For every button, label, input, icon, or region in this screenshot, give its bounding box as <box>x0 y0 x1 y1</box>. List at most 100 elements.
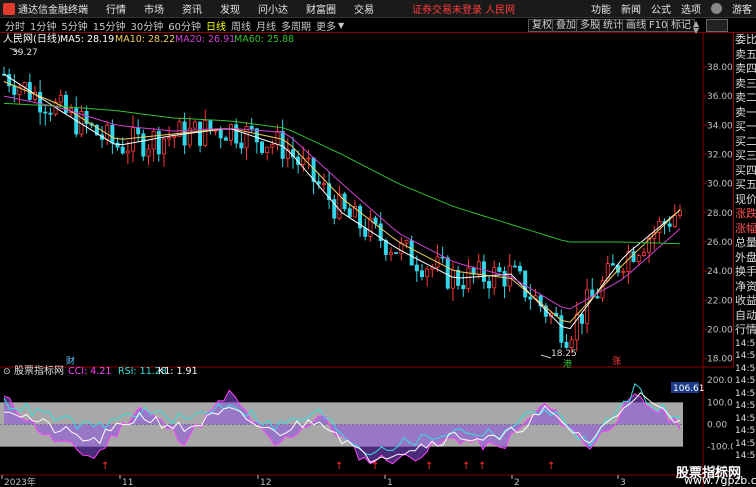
indicator-settings-icon[interactable]: ⊙ <box>3 367 11 377</box>
candle-up <box>672 215 677 227</box>
menu-shichang[interactable]: 市场 <box>144 1 164 16</box>
menu-faxian[interactable]: 发现 <box>220 1 240 16</box>
cci-label: CCI: 4.21 <box>68 366 111 377</box>
candle-up <box>146 148 151 157</box>
candle-down <box>110 124 115 144</box>
ma5-label: MA5: 28.19 <box>60 34 114 45</box>
login-status[interactable]: 证券交易未登录 人民网 <box>412 1 515 16</box>
buy-signal-arrow-icon: ↑ <box>335 461 343 472</box>
quote-panel-item[interactable]: 自动 <box>734 309 756 324</box>
high-price-label: 39.27 <box>12 48 38 58</box>
menu-caifuquan[interactable]: 财富圈 <box>306 1 336 16</box>
candle-up <box>58 94 63 103</box>
price-tick-label: 32.00 <box>707 150 733 160</box>
app-window: 通达信金融终端 行情 市场 资讯 发现 问小达 财富圈 交易 证券交易未登录 人… <box>0 0 756 487</box>
candle-up <box>636 255 641 262</box>
candle-down <box>280 130 285 159</box>
menu-jiaoyi[interactable]: 交易 <box>354 1 374 16</box>
menu-xuanxiang[interactable]: 选项 <box>681 1 701 16</box>
quote-panel-item: 买二 <box>735 134 756 148</box>
period-multi[interactable]: 多周期 <box>281 18 311 33</box>
candle-down <box>198 121 203 146</box>
period-30min[interactable]: 30分钟 <box>130 18 163 33</box>
candle-up <box>105 124 110 140</box>
candle-down <box>564 341 569 348</box>
btn-biaoji[interactable]: 标记 <box>667 19 695 32</box>
candle-down <box>223 137 228 141</box>
period-monthly[interactable]: 月线 <box>256 18 276 33</box>
candle-down <box>419 270 424 278</box>
candle-up <box>229 124 234 141</box>
menu-hangqing[interactable]: 行情 <box>106 1 126 16</box>
candle-up <box>389 252 394 255</box>
candle-down <box>523 270 528 298</box>
candle-down <box>512 265 517 268</box>
quote-panel-item: 14:50 <box>735 388 756 399</box>
period-5min[interactable]: 5分钟 <box>61 18 87 33</box>
price-axis: 38.00 36.00 34.00 32.00 30.00 28.00 26.00 24.00… <box>703 63 733 365</box>
candle-up <box>192 121 197 129</box>
menu-youke[interactable]: 游客 <box>732 1 752 16</box>
more-dropdown-icon[interactable]: ▼ <box>338 21 344 30</box>
candle-down <box>409 240 414 266</box>
quote-panel-item: 14:50 <box>735 363 756 374</box>
candle-up <box>151 130 156 150</box>
indicator-tick-label: -100.00 <box>707 443 733 453</box>
kline-chart[interactable]: 人民网(日线) MA5: 28.19 MA10: 28.22 MA20: 26.… <box>0 33 733 487</box>
quote-panel-item: 卖二 <box>735 91 756 104</box>
quote-panel-item: 卖五 <box>735 47 756 61</box>
period-1min[interactable]: 1分钟 <box>30 18 56 33</box>
period-toolbar: 分时 1分钟 5分钟 15分钟 30分钟 60分钟 日线 周线 月线 多周期 更… <box>0 18 756 35</box>
menu-gongneng[interactable]: 功能 <box>591 1 611 16</box>
period-daily[interactable]: 日线 <box>206 18 226 33</box>
candle-up <box>161 138 166 155</box>
candle-down <box>43 111 48 114</box>
period-more[interactable]: 更多 <box>316 18 336 33</box>
period-weekly[interactable]: 周线 <box>231 18 251 33</box>
candle-down <box>234 124 239 144</box>
menu-gongshi[interactable]: 公式 <box>651 1 671 16</box>
candle-down <box>528 296 533 300</box>
menu-zixun[interactable]: 资讯 <box>182 1 202 16</box>
candle-up <box>492 267 497 289</box>
period-15min[interactable]: 15分钟 <box>93 18 126 33</box>
price-tick-label: 30.00 <box>707 180 733 190</box>
candle-down <box>487 281 492 289</box>
window-restore-icon[interactable] <box>706 19 728 32</box>
current-value: 106.61 <box>673 384 705 394</box>
marker-gan[interactable]: 港 <box>563 358 572 370</box>
price-tick-label: 20.00 <box>707 326 733 336</box>
period-60min[interactable]: 60分钟 <box>168 18 201 33</box>
menu-bar: 通达信金融终端 行情 市场 资讯 发现 问小达 财富圈 交易 证券交易未登录 人… <box>0 0 756 18</box>
indicator-tick-label: 100.00 <box>707 398 733 408</box>
candle-down <box>518 266 523 272</box>
buy-signal-arrow-icon: ↑ <box>425 461 433 472</box>
date-tick-label: 2023年 <box>4 476 36 487</box>
quote-panel-item: 14:50 <box>735 426 756 436</box>
marker-zhang[interactable]: 涨 <box>612 356 621 367</box>
ma-line-ma5 <box>3 73 681 330</box>
quote-panel-item[interactable]: 行情 <box>734 323 756 338</box>
user-avatar-icon[interactable] <box>711 3 722 14</box>
indicator-tick-label: 200.00 <box>707 376 733 386</box>
quote-panel-item: 14:50 <box>735 401 756 411</box>
candle-up <box>203 120 208 146</box>
candle-up <box>621 270 626 273</box>
period-fenshi[interactable]: 分时 <box>5 18 25 33</box>
quote-panel-item: 14:50 <box>735 338 756 349</box>
quote-panel-item: 14:50 <box>735 413 756 424</box>
cci-area <box>4 390 680 464</box>
menu-wenxiaoda[interactable]: 问小达 <box>258 1 288 16</box>
candle-up <box>404 240 409 244</box>
price-tick-label: 24.00 <box>707 267 733 277</box>
quote-panel-item: 外盘 <box>735 250 756 264</box>
date-tick-label: 1 <box>387 478 393 487</box>
k1-label: K1: 1.91 <box>158 366 198 377</box>
candle-down <box>249 125 254 130</box>
menu-xinwen[interactable]: 新闻 <box>621 1 641 16</box>
ma10-label: MA10: 28.22 <box>115 34 175 45</box>
low-price-label: 18.25 <box>551 349 577 359</box>
candle-up <box>337 193 342 219</box>
quote-panel-item: 涨跌 <box>735 207 756 220</box>
candle-up <box>172 135 177 138</box>
